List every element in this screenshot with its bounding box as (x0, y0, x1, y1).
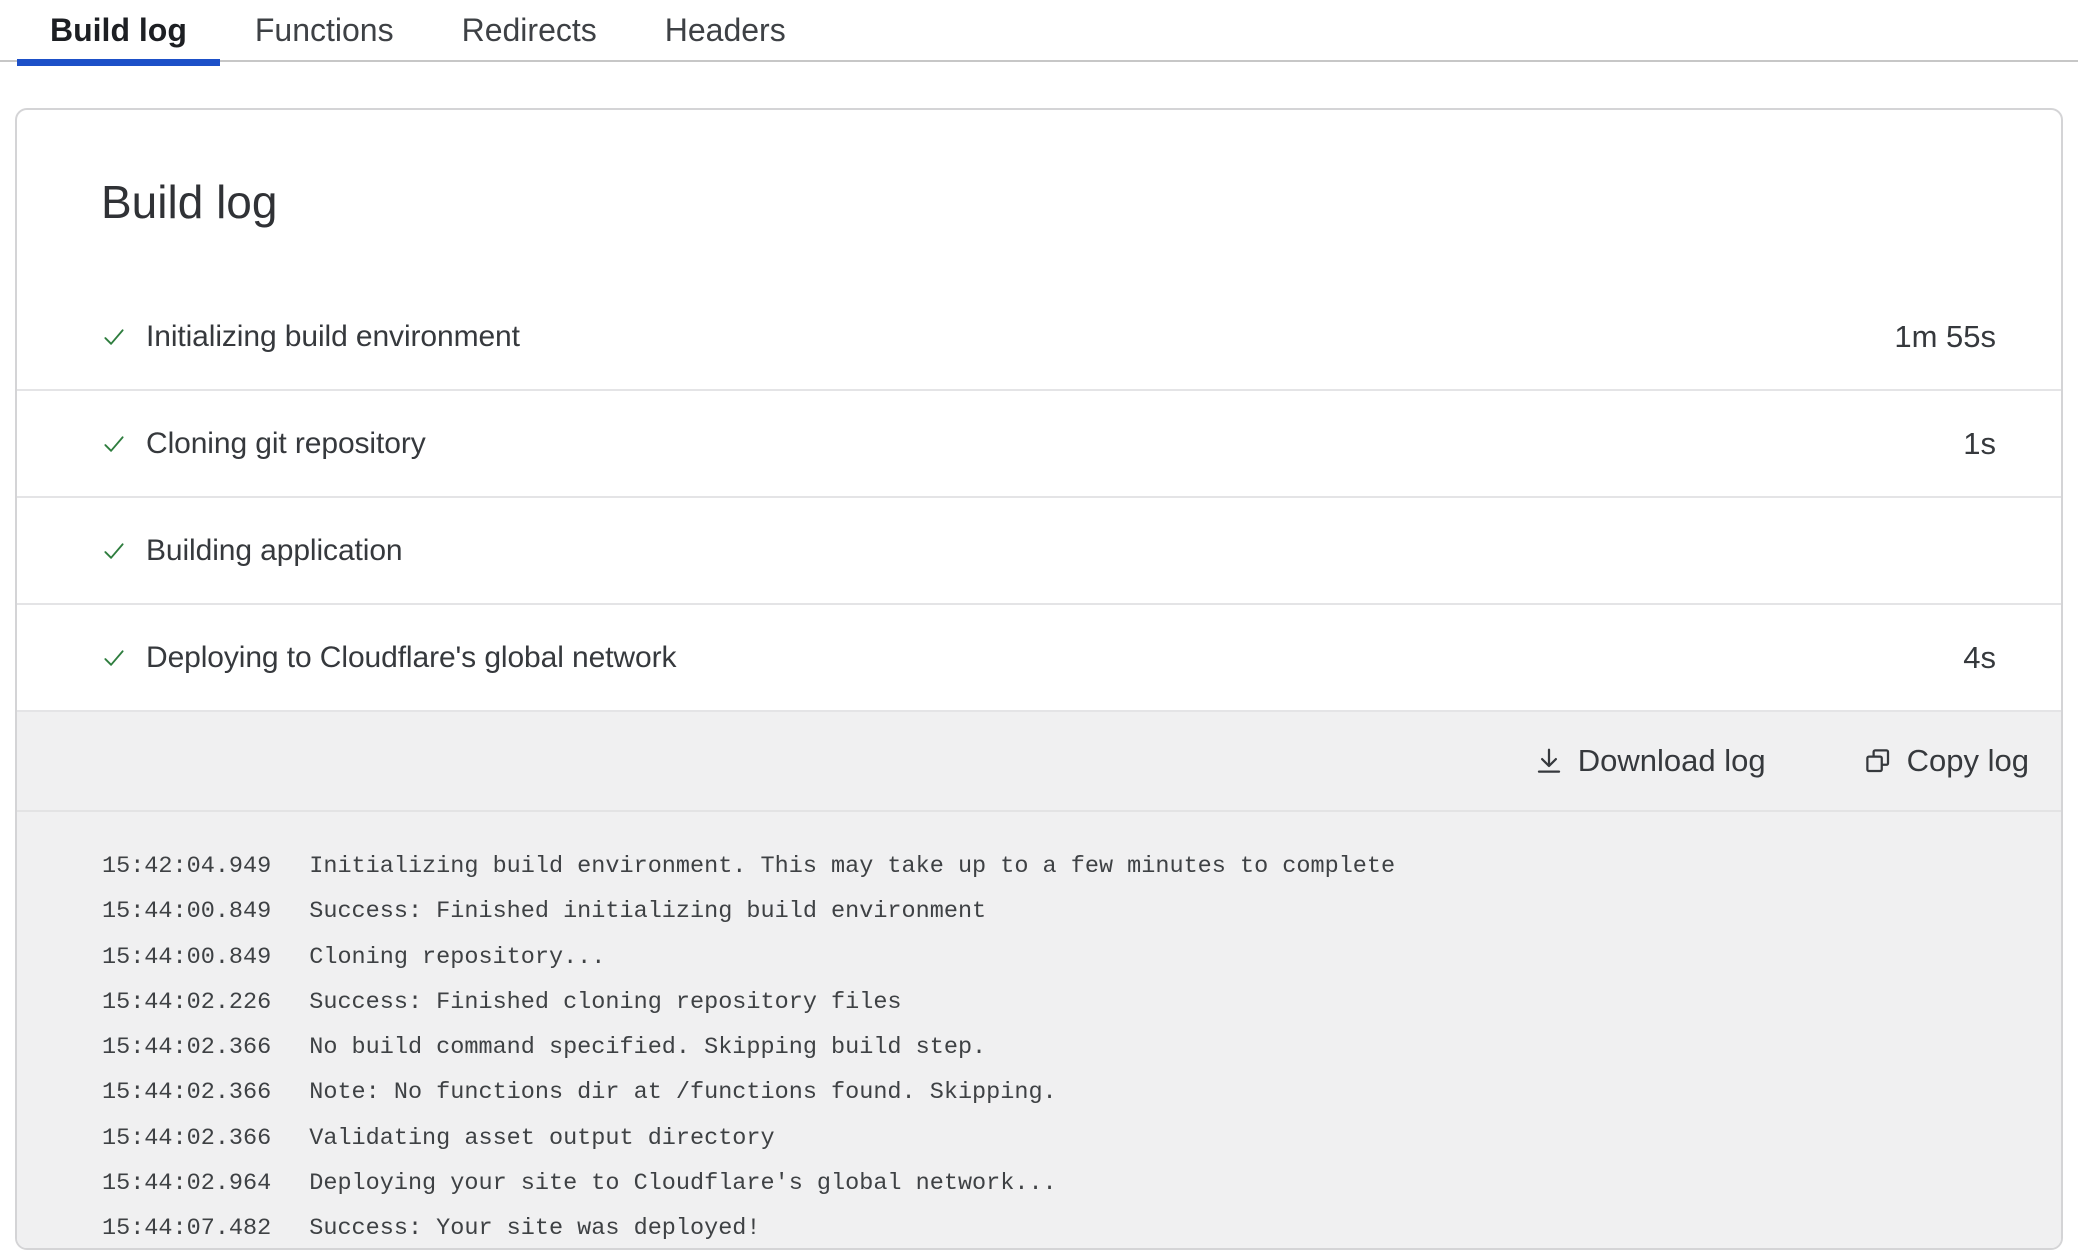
log-message: Note: No functions dir at /functions fou… (309, 1070, 1056, 1115)
tab-build-log[interactable]: Build log (17, 0, 220, 60)
step-label: Cloning git repository (146, 427, 426, 461)
tab-redirects[interactable]: Redirects (429, 0, 630, 60)
log-message: Success: Finished initializing build env… (309, 889, 986, 934)
build-steps-list: Initializing build environment 1m 55s Cl… (17, 284, 2061, 712)
build-log-card: Build log Initializing build environment… (15, 108, 2063, 1250)
step-label: Deploying to Cloudflare's global network (146, 641, 676, 675)
step-duration: 1m 55s (1894, 319, 1996, 355)
log-timestamp: 15:44:02.366 (102, 1025, 271, 1070)
log-message: No build command specified. Skipping bui… (309, 1025, 986, 1070)
log-toolbar: Download log Copy log (17, 712, 2061, 812)
copy-log-label: Copy log (1907, 743, 2029, 779)
log-timestamp: 15:44:02.964 (102, 1161, 271, 1206)
log-timestamp: 15:42:04.949 (102, 844, 271, 889)
log-line: 15:44:02.226 Success: Finished cloning r… (102, 980, 2021, 1025)
download-log-label: Download log (1578, 743, 1766, 779)
log-timestamp: 15:44:07.482 (102, 1206, 271, 1248)
check-icon (101, 431, 127, 457)
tab-headers[interactable]: Headers (632, 0, 819, 60)
copy-icon (1863, 746, 1893, 776)
download-log-button[interactable]: Download log (1534, 743, 1766, 779)
step-duration: 1s (1963, 426, 1996, 462)
log-timestamp: 15:44:02.226 (102, 980, 271, 1025)
log-line: 15:44:02.366 Note: No functions dir at /… (102, 1070, 2021, 1115)
check-icon (101, 645, 127, 671)
log-message: Cloning repository... (309, 935, 605, 980)
log-message: Success: Finished cloning repository fil… (309, 980, 901, 1025)
build-log-page: Build log Functions Redirects Headers Bu… (0, 0, 2078, 1258)
log-line: 15:44:02.964 Deploying your site to Clou… (102, 1161, 2021, 1206)
log-line: 15:44:00.849 Success: Finished initializ… (102, 889, 2021, 934)
page-title: Build log (101, 174, 1996, 230)
log-message: Success: Your site was deployed! (309, 1206, 760, 1248)
log-timestamp: 15:44:02.366 (102, 1116, 271, 1161)
copy-log-button[interactable]: Copy log (1863, 743, 2029, 779)
step-label: Building application (146, 534, 403, 568)
download-icon (1534, 746, 1564, 776)
build-step-initialize[interactable]: Initializing build environment 1m 55s (17, 284, 2061, 391)
log-timestamp: 15:44:00.849 (102, 935, 271, 980)
log-line: 15:44:00.849 Cloning repository... (102, 935, 2021, 980)
build-step-build[interactable]: Building application (17, 498, 2061, 605)
log-timestamp: 15:44:00.849 (102, 889, 271, 934)
step-duration: 4s (1963, 640, 1996, 676)
check-icon (101, 538, 127, 564)
log-line: 15:44:07.482 Success: Your site was depl… (102, 1206, 2021, 1248)
log-output[interactable]: 15:42:04.949 Initializing build environm… (17, 812, 2061, 1248)
tab-functions[interactable]: Functions (222, 0, 427, 60)
log-message: Validating asset output directory (309, 1116, 774, 1161)
build-step-deploy[interactable]: Deploying to Cloudflare's global network… (17, 605, 2061, 712)
log-line: 15:42:04.949 Initializing build environm… (102, 844, 2021, 889)
log-message: Deploying your site to Cloudflare's glob… (309, 1161, 1056, 1206)
log-line: 15:44:02.366 Validating asset output dir… (102, 1116, 2021, 1161)
log-line: 15:44:02.366 No build command specified.… (102, 1025, 2021, 1070)
check-icon (101, 324, 127, 350)
log-timestamp: 15:44:02.366 (102, 1070, 271, 1115)
deployment-tabbar: Build log Functions Redirects Headers (0, 0, 2078, 62)
step-label: Initializing build environment (146, 320, 520, 354)
log-message: Initializing build environment. This may… (309, 844, 1395, 889)
build-step-clone[interactable]: Cloning git repository 1s (17, 391, 2061, 498)
